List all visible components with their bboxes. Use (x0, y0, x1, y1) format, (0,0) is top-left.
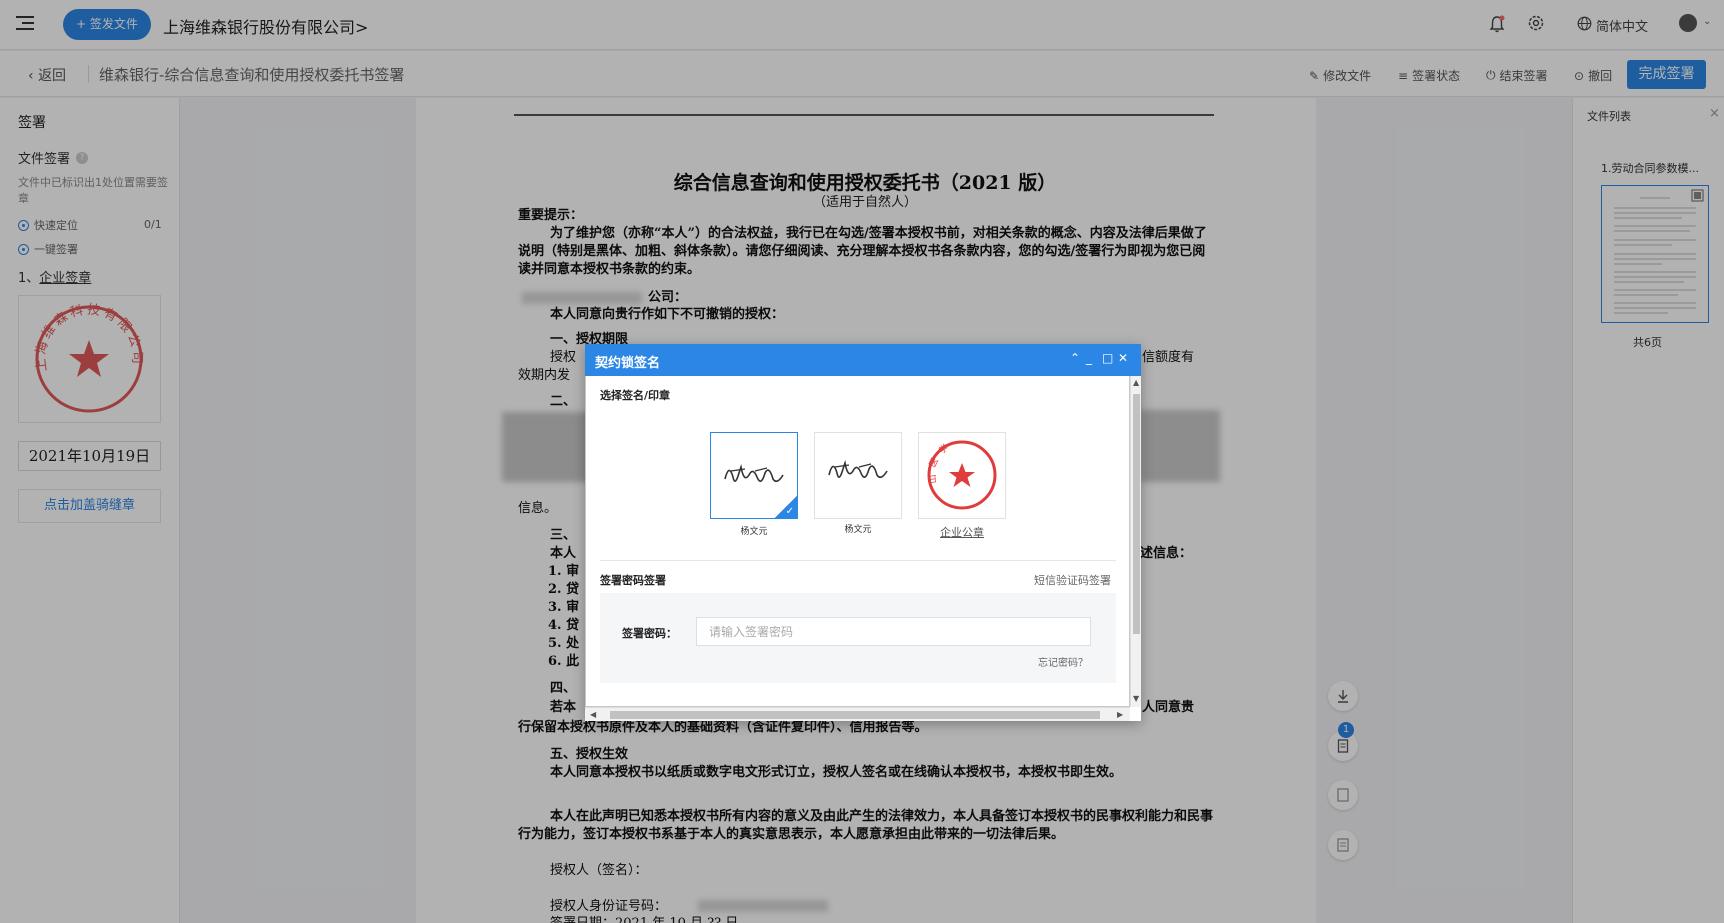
minimize-icon[interactable]: _ (1086, 351, 1092, 365)
handwritten-signature (828, 459, 888, 479)
dialog-divider (600, 560, 1116, 561)
dialog-vertical-scrollbar[interactable]: ▲ ▼ (1130, 376, 1141, 707)
password-sign-heading: 签署密码签署 (600, 574, 666, 587)
signature-option-1[interactable]: ✓ (710, 432, 798, 519)
maximize-icon[interactable]: □ (1102, 351, 1113, 365)
sign-password-input[interactable] (696, 617, 1091, 646)
company-seal-caption[interactable]: 企业公章 (918, 524, 1006, 540)
collapse-icon[interactable]: ⌃ (1070, 351, 1080, 365)
close-icon[interactable]: ✕ (1118, 351, 1128, 365)
company-seal-stamp: 山医学 (926, 438, 997, 510)
signature-dialog: 契约锁签名 ⌃ _ □ ✕ 选择签名/印章 ✓ 杨文元 杨文元 山医学 企业公章… (585, 344, 1141, 721)
password-label: 签署密码： (622, 627, 677, 640)
dialog-horizontal-scrollbar[interactable]: ◀ ▶ (585, 707, 1130, 721)
scroll-down-icon[interactable]: ▼ (1133, 694, 1139, 703)
sms-code-sign-link[interactable]: 短信验证码签署 (1034, 572, 1111, 588)
selected-check-icon: ✓ (775, 496, 797, 518)
dialog-body: 选择签名/印章 ✓ 杨文元 杨文元 山医学 企业公章 签署密码签署 短信验证码签… (585, 376, 1130, 707)
dialog-title: 契约锁签名 (595, 356, 661, 371)
signature-option-2[interactable] (814, 432, 902, 519)
signature-2-caption: 杨文元 (844, 525, 872, 535)
scroll-up-icon[interactable]: ▲ (1133, 378, 1139, 387)
company-seal-option[interactable]: 山医学 (918, 432, 1006, 519)
signature-1-caption: 杨文元 (740, 527, 768, 537)
scrollbar-thumb[interactable] (610, 711, 1100, 719)
forgot-password-link[interactable]: 忘记密码？ (1038, 654, 1088, 669)
scroll-left-icon[interactable]: ◀ (590, 710, 596, 719)
svg-text:山医学: 山医学 (926, 438, 955, 484)
scroll-right-icon[interactable]: ▶ (1117, 710, 1123, 719)
choose-signature-heading: 选择签名/印章 (600, 389, 671, 402)
password-form: 签署密码： 忘记密码？ (600, 593, 1116, 683)
scrollbar-thumb[interactable] (1133, 394, 1140, 634)
dialog-header: 契约锁签名 ⌃ _ □ ✕ (585, 344, 1141, 376)
